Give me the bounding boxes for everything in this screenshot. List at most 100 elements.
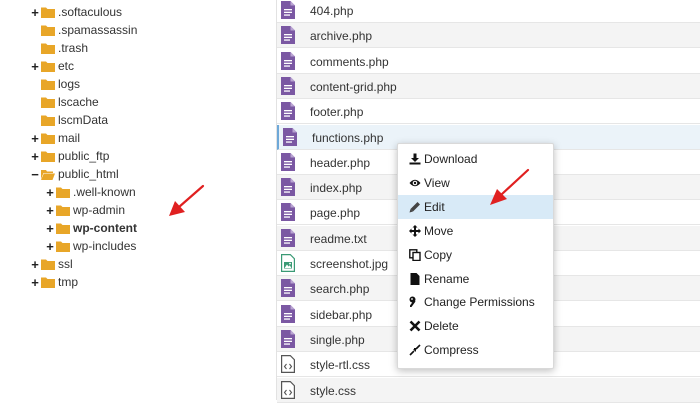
tree-item-label: wp-includes — [73, 239, 137, 253]
file-name: page.php — [310, 206, 361, 221]
tree-item[interactable]: + ssl — [30, 255, 73, 273]
tree-item-label: mail — [58, 131, 81, 145]
tree-item-label: public_ftp — [58, 149, 110, 163]
php-file-icon — [281, 1, 295, 19]
expand-toggle[interactable]: + — [30, 257, 40, 272]
tree-item[interactable]: − public_html — [30, 165, 119, 183]
expand-toggle[interactable]: + — [30, 131, 40, 146]
file-row[interactable]: footer.php — [277, 99, 700, 125]
menu-item-icon — [409, 296, 421, 308]
tree-item[interactable]: + wp-includes — [45, 237, 136, 255]
expand-toggle[interactable]: + — [45, 203, 55, 218]
file-name: search.php — [310, 282, 370, 297]
folder-icon — [41, 7, 55, 18]
file-row[interactable]: style.css — [277, 377, 700, 403]
file-row[interactable]: content-grid.php — [277, 73, 700, 99]
expand-toggle[interactable]: + — [30, 59, 40, 74]
tree-item[interactable]: logs — [30, 75, 80, 93]
key-icon — [409, 296, 416, 308]
file-name: sidebar.php — [310, 307, 373, 322]
file-name: archive.php — [310, 29, 373, 44]
tree-item[interactable]: + tmp — [30, 273, 78, 291]
tree-item-label: .well-known — [73, 185, 136, 199]
download-icon — [409, 153, 421, 165]
expand-toggle[interactable]: + — [30, 149, 40, 164]
folder-icon — [56, 187, 70, 198]
folder-icon — [41, 61, 55, 72]
file-name: 404.php — [310, 4, 354, 18]
menu-item-icon — [409, 272, 421, 285]
folder-icon — [56, 241, 70, 252]
tree-item[interactable]: + public_ftp — [30, 147, 109, 165]
menu-item-label: Change Permissions — [424, 295, 535, 310]
menu-item-icon — [409, 344, 421, 356]
file-row[interactable]: comments.php — [277, 49, 700, 74]
tree-item[interactable]: + wp-admin — [45, 201, 125, 219]
folder-icon — [41, 151, 55, 162]
menu-item-label: Copy — [424, 247, 453, 262]
menu-item-icon — [409, 320, 421, 332]
tree-item[interactable]: .trash — [30, 39, 88, 57]
tree-item[interactable]: .spamassassin — [30, 21, 137, 39]
menu-item-icon — [409, 201, 421, 213]
folder-icon — [41, 277, 55, 288]
file-name: functions.php — [312, 130, 384, 145]
menu-item-label: View — [424, 175, 450, 190]
folder-icon — [41, 97, 55, 108]
tree-item[interactable]: lscache — [30, 93, 99, 111]
php-file-icon — [281, 203, 295, 222]
file-name: header.php — [310, 155, 371, 170]
expand-toggle[interactable]: + — [30, 5, 40, 20]
expand-toggle[interactable]: + — [30, 275, 40, 290]
pencil-icon — [409, 201, 420, 213]
move-icon — [409, 224, 421, 237]
file-row[interactable]: archive.php — [277, 23, 700, 49]
tree-item-label: public_html — [58, 167, 119, 181]
code-file-icon — [281, 380, 295, 399]
text-file-icon — [281, 228, 295, 247]
file-name: style-rtl.css — [310, 358, 370, 373]
expand-toggle[interactable]: + — [45, 239, 55, 254]
x-icon — [409, 320, 421, 332]
file-name: single.php — [310, 332, 365, 347]
menu-item-icon — [409, 177, 421, 189]
tree-item[interactable]: + .well-known — [45, 183, 136, 201]
php-file-icon — [281, 26, 295, 45]
folder-icon — [41, 43, 55, 54]
tree-item-label: wp-admin — [73, 203, 126, 217]
tree-item[interactable]: + etc — [30, 57, 74, 75]
tree-item[interactable]: lscmData — [30, 111, 108, 129]
folder-icon — [56, 205, 70, 216]
folder-icon — [41, 115, 55, 126]
php-file-icon — [283, 127, 297, 146]
menu-item-compress[interactable]: Compress — [398, 338, 553, 362]
folder-icon — [41, 79, 55, 90]
menu-item-change-permissions[interactable]: Change Permissions — [398, 290, 553, 314]
file-name: readme.txt — [310, 231, 367, 246]
tree-item[interactable]: + .softaculous — [30, 3, 122, 21]
folder-tree: + .softaculous .spamassassin .trash + etc logs… — [0, 0, 276, 400]
tree-item[interactable]: + mail — [30, 129, 80, 147]
menu-item-move[interactable]: Move — [398, 219, 553, 243]
image-file-icon — [281, 254, 295, 272]
collapse-toggle[interactable]: − — [30, 167, 40, 182]
file-row[interactable]: 404.php — [277, 0, 700, 23]
folder-icon — [41, 25, 55, 36]
expand-toggle[interactable]: + — [45, 221, 55, 236]
php-file-icon — [281, 76, 295, 95]
php-file-icon — [281, 178, 295, 197]
php-file-icon — [281, 152, 295, 171]
tree-item-label: lscmData — [58, 113, 109, 127]
menu-item-delete[interactable]: Delete — [398, 314, 553, 338]
menu-item-label: Compress — [424, 343, 479, 358]
tree-item[interactable]: + wp-content — [45, 219, 137, 237]
menu-item-rename[interactable]: Rename — [398, 267, 553, 291]
php-file-icon — [281, 279, 295, 298]
tree-item-label: .softaculous — [58, 5, 123, 19]
menu-item-icon — [409, 224, 421, 237]
file-name: screenshot.jpg — [310, 257, 389, 271]
tree-item-label: lscache — [58, 95, 99, 109]
tree-item-label: ssl — [58, 257, 73, 271]
expand-toggle[interactable]: + — [45, 185, 55, 200]
menu-item-copy[interactable]: Copy — [398, 243, 553, 267]
